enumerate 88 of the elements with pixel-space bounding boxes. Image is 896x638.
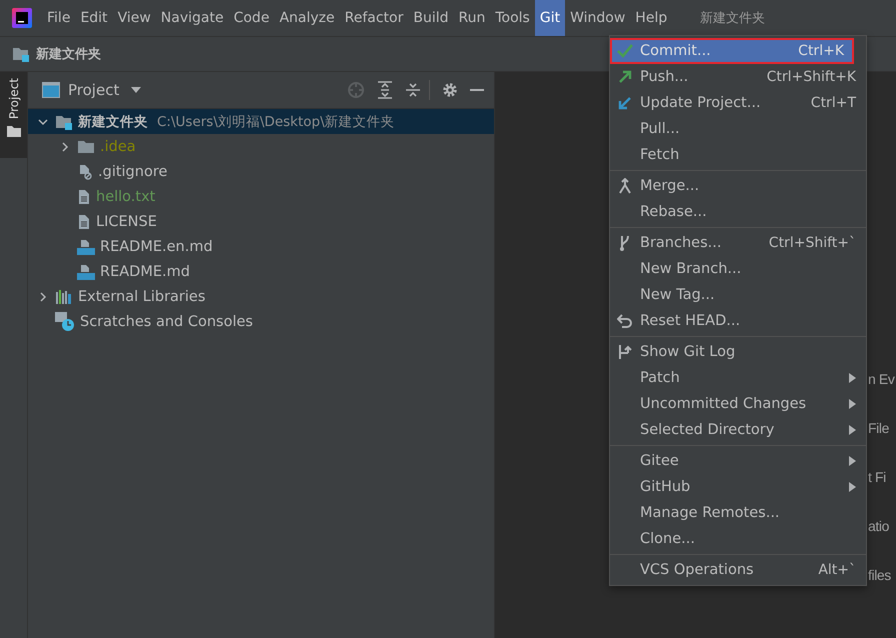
window-icon <box>42 82 60 98</box>
menu-item[interactable]: Run <box>454 0 490 36</box>
merge-icon <box>618 178 632 194</box>
file-icon <box>77 188 91 204</box>
menu-option[interactable]: Fetch <box>610 142 866 168</box>
menu-item[interactable]: File <box>42 0 76 36</box>
tree-row[interactable]: External Libraries <box>28 284 494 309</box>
menu-option[interactable]: Manage Remotes... <box>610 500 866 526</box>
editor-hint: t Fi <box>868 468 887 487</box>
libraries-icon <box>55 288 73 304</box>
side-tab[interactable]: Project <box>0 72 27 158</box>
menu-item[interactable]: Code <box>228 0 274 36</box>
menu-option[interactable]: Branches... Ctrl+Shift+` <box>610 230 866 256</box>
menu-item[interactable]: View <box>112 0 156 36</box>
tree-label: README.en.md <box>100 238 213 254</box>
menu-option[interactable]: Clone... <box>610 526 866 552</box>
scratches-icon <box>55 312 75 332</box>
tree-path: C:\Users\刘明福\Desktop\新建文件夹 <box>157 112 395 130</box>
tree-row[interactable]: 新建文件夹 C:\Users\刘明福\Desktop\新建文件夹 <box>28 109 494 134</box>
menu-option[interactable]: Merge... <box>610 173 866 199</box>
folder-icon <box>55 114 73 130</box>
tree-label: 新建文件夹 <box>78 112 148 130</box>
app-logo-icon[interactable] <box>12 8 32 28</box>
checkmark-icon <box>617 44 633 58</box>
tree-label: .gitignore <box>98 164 168 180</box>
menu-option[interactable]: Uncommitted Changes <box>610 391 866 417</box>
tree-row[interactable]: README.md <box>28 259 494 284</box>
menu-item[interactable]: Edit <box>75 0 113 36</box>
menu-item[interactable]: Build <box>408 0 454 36</box>
menu-item[interactable]: Git <box>534 0 566 36</box>
window-title: 新建文件夹 <box>700 10 766 27</box>
arrow-icon <box>618 70 632 84</box>
menu-option[interactable]: Push... Ctrl+Shift+K <box>610 64 866 90</box>
menu-option[interactable]: Patch <box>610 365 866 391</box>
chevron-icon[interactable] <box>38 116 48 126</box>
tree-label: External Libraries <box>78 288 206 304</box>
markdown-file-icon <box>77 264 95 280</box>
menu-item[interactable]: Analyze <box>274 0 340 36</box>
menu-item[interactable]: Window <box>565 0 630 36</box>
tree-row[interactable]: README.en.md <box>28 234 494 259</box>
menu-option[interactable]: Pull... <box>610 116 866 142</box>
menu-option[interactable]: Rebase... <box>610 199 866 225</box>
menu-option[interactable]: Commit... Ctrl+K <box>610 38 854 64</box>
log-icon <box>618 344 632 360</box>
chevron-icon[interactable] <box>38 292 48 302</box>
tree-row[interactable]: Scratches and Consoles <box>28 309 494 334</box>
editor-hint: atio <box>868 517 890 536</box>
menu-option[interactable]: Selected Directory <box>610 417 866 443</box>
markdown-file-icon <box>77 238 95 254</box>
menu-option[interactable]: GitHub <box>610 474 866 500</box>
editor-hint: n Ev <box>868 370 894 389</box>
branch-icon <box>619 235 631 251</box>
folder-icon <box>12 46 30 62</box>
folder-icon <box>6 125 20 138</box>
menu-option[interactable]: Reset HEAD... <box>610 308 866 334</box>
collapse-all-icon[interactable] <box>405 81 421 99</box>
menu-item[interactable]: Help <box>630 0 672 36</box>
panel-title[interactable]: Project <box>68 81 120 99</box>
expand-all-icon[interactable] <box>377 81 393 99</box>
dropdown-icon[interactable] <box>131 87 142 93</box>
file-icon <box>77 214 91 230</box>
tree-row[interactable]: .gitignore <box>28 159 494 184</box>
editor-hint: files <box>868 566 892 585</box>
tree-label: Scratches and Consoles <box>80 314 253 330</box>
chevron-icon[interactable] <box>60 142 70 152</box>
tree-label: hello.txt <box>96 188 156 204</box>
menu-option[interactable]: Update Project... Ctrl+T <box>610 90 866 116</box>
menu-option[interactable]: VCS Operations Alt+` <box>610 557 866 583</box>
minimize-icon[interactable] <box>470 88 484 92</box>
tree-label: .idea <box>100 138 136 154</box>
menu-item[interactable]: Refactor <box>340 0 408 36</box>
menu-option[interactable]: Gitee <box>610 448 866 474</box>
menu-item[interactable]: Tools <box>490 0 535 36</box>
tree-label: README.md <box>100 264 190 280</box>
tree-row[interactable]: hello.txt <box>28 184 494 209</box>
menu-option[interactable]: New Branch... <box>610 256 866 282</box>
editor-hint: File <box>868 419 890 438</box>
settings-icon[interactable] <box>442 82 458 98</box>
ignored-file-icon <box>77 164 93 180</box>
folder-icon <box>77 140 95 154</box>
menu-option[interactable]: New Tag... <box>610 282 866 308</box>
undo-icon <box>617 314 633 328</box>
arrow-icon <box>618 96 632 110</box>
menu-option[interactable]: Show Git Log <box>610 339 866 365</box>
tree-label: LICENSE <box>96 214 157 230</box>
breadcrumb[interactable]: 新建文件夹 <box>36 45 101 63</box>
menu-item[interactable]: Navigate <box>156 0 229 36</box>
tree-row[interactable]: LICENSE <box>28 209 494 234</box>
